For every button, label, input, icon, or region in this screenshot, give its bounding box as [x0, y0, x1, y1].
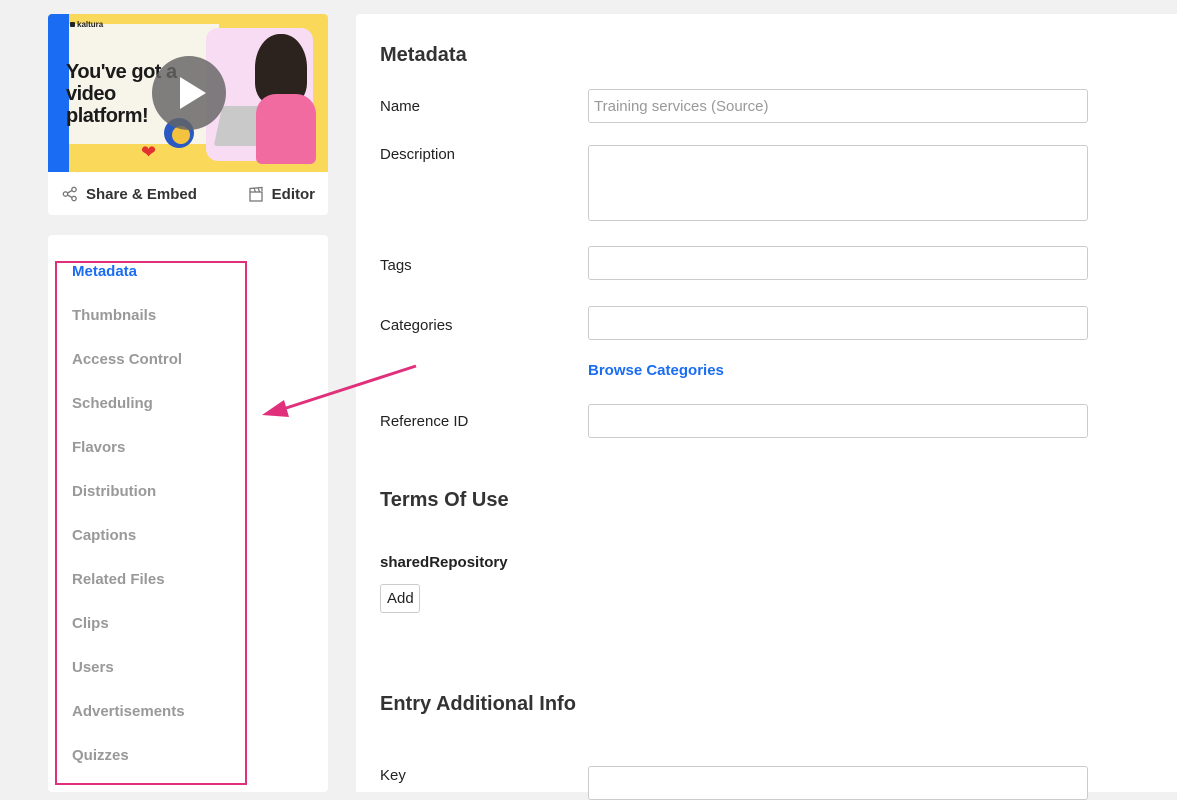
nav-item-scheduling[interactable]: Scheduling — [72, 396, 185, 440]
heart-icon: ❤ — [141, 142, 157, 162]
description-label: Description — [380, 146, 456, 163]
nav-item-related-files[interactable]: Related Files — [72, 572, 185, 616]
key-label: Key — [380, 767, 406, 784]
shared-repository-label: sharedRepository — [380, 554, 508, 571]
nav-item-quizzes[interactable]: Quizzes — [72, 748, 185, 792]
editor-label: Editor — [271, 185, 315, 203]
categories-input[interactable] — [588, 306, 1088, 340]
add-button[interactable]: Add — [380, 584, 420, 613]
nav-item-users[interactable]: Users — [72, 660, 185, 704]
nav-item-captions[interactable]: Captions — [72, 528, 185, 572]
nav-item-distribution[interactable]: Distribution — [72, 484, 185, 528]
play-button[interactable] — [152, 56, 226, 130]
tags-label: Tags — [380, 257, 412, 274]
nav-item-thumbnails[interactable]: Thumbnails — [72, 308, 185, 352]
name-input[interactable] — [588, 89, 1088, 123]
nav-item-metadata[interactable]: Metadata — [72, 264, 185, 308]
entry-additional-info-title: Entry Additional Info — [380, 693, 576, 715]
categories-label: Categories — [380, 317, 453, 334]
metadata-title: Metadata — [380, 44, 467, 66]
description-textarea[interactable] — [588, 145, 1088, 221]
reference-id-input[interactable] — [588, 404, 1088, 438]
nav-item-clips[interactable]: Clips — [72, 616, 185, 660]
share-icon — [62, 186, 78, 202]
browse-categories-link[interactable]: Browse Categories — [588, 362, 724, 379]
video-thumbnail[interactable]: kaltura You've got a video platform! ❤ — [48, 14, 328, 172]
thumbnail-person-body — [256, 94, 316, 164]
share-embed-label: Share & Embed — [86, 185, 197, 203]
nav-item-access-control[interactable]: Access Control — [72, 352, 185, 396]
clapperboard-icon — [248, 186, 264, 202]
reference-id-label: Reference ID — [380, 413, 469, 430]
name-label: Name — [380, 98, 421, 115]
editor-button[interactable]: Editor — [248, 184, 315, 204]
video-card: kaltura You've got a video platform! ❤ S… — [48, 14, 328, 215]
brand-logo: kaltura — [70, 20, 103, 29]
nav-item-flavors[interactable]: Flavors — [72, 440, 185, 484]
entry-nav-list: Metadata Thumbnails Access Control Sched… — [72, 264, 185, 792]
thumbnail-actions: Share & Embed Editor — [48, 172, 328, 215]
nav-item-advertisements[interactable]: Advertisements — [72, 704, 185, 748]
metadata-panel: Metadata Name Description Tags Categorie… — [356, 14, 1177, 800]
tags-input[interactable] — [588, 246, 1088, 280]
share-embed-button[interactable]: Share & Embed — [62, 184, 197, 204]
terms-of-use-title: Terms Of Use — [380, 489, 509, 511]
key-input[interactable] — [588, 766, 1088, 800]
entry-nav-card: Metadata Thumbnails Access Control Sched… — [48, 235, 328, 792]
